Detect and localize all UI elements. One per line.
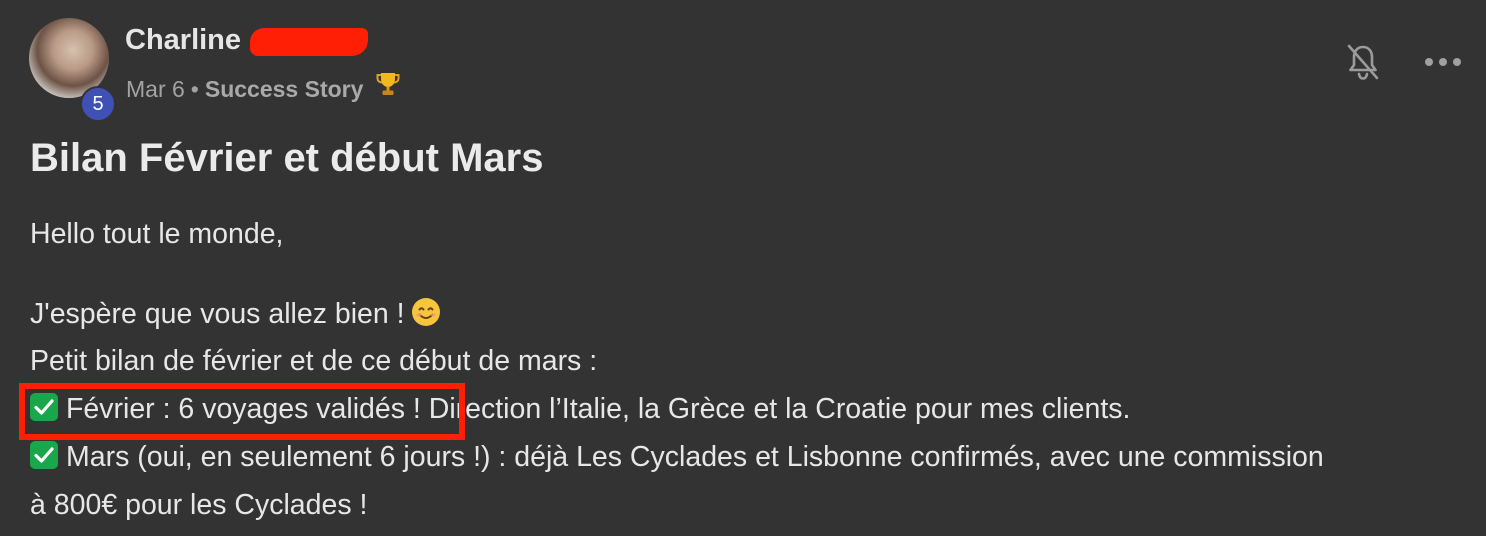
redaction-mark: [250, 28, 368, 56]
more-icon[interactable]: [1424, 52, 1462, 72]
post-line-1: J'espère que vous allez bien !: [30, 297, 441, 331]
bullet-march-continued: à 800€ pour les Cyclades !: [30, 489, 368, 521]
smiling-face-icon: [411, 297, 441, 327]
bell-off-icon[interactable]: [1346, 43, 1380, 81]
post-category[interactable]: Success Story: [205, 76, 364, 102]
annotation-highlight-box: [19, 383, 465, 440]
bullet-march-text: Mars (oui, en seulement 6 jours !) : déj…: [66, 441, 1324, 473]
check-mark-icon: [30, 441, 58, 469]
post-title: Bilan Février et début Mars: [30, 136, 544, 180]
level-badge: 5: [80, 86, 116, 122]
meta-separator: •: [190, 76, 199, 102]
post-line-1-text: J'espère que vous allez bien !: [30, 298, 405, 330]
post-date[interactable]: Mar 6: [126, 76, 185, 102]
author-name[interactable]: Charline: [125, 24, 241, 57]
trophy-icon: [376, 71, 400, 103]
post-card: 5 Charline Mar 6 • Success Story Bilan F…: [0, 0, 1486, 536]
post-line-2: Petit bilan de février et de ce début de…: [30, 345, 598, 377]
bullet-february-rest: Direction l’Italie, la Grèce et la Croat…: [420, 393, 1131, 425]
author-avatar[interactable]: 5: [29, 18, 116, 122]
bullet-march: Mars (oui, en seulement 6 jours !) : déj…: [30, 441, 1324, 474]
post-meta: Mar 6 • Success Story: [126, 71, 400, 103]
post-greeting: Hello tout le monde,: [30, 218, 284, 250]
